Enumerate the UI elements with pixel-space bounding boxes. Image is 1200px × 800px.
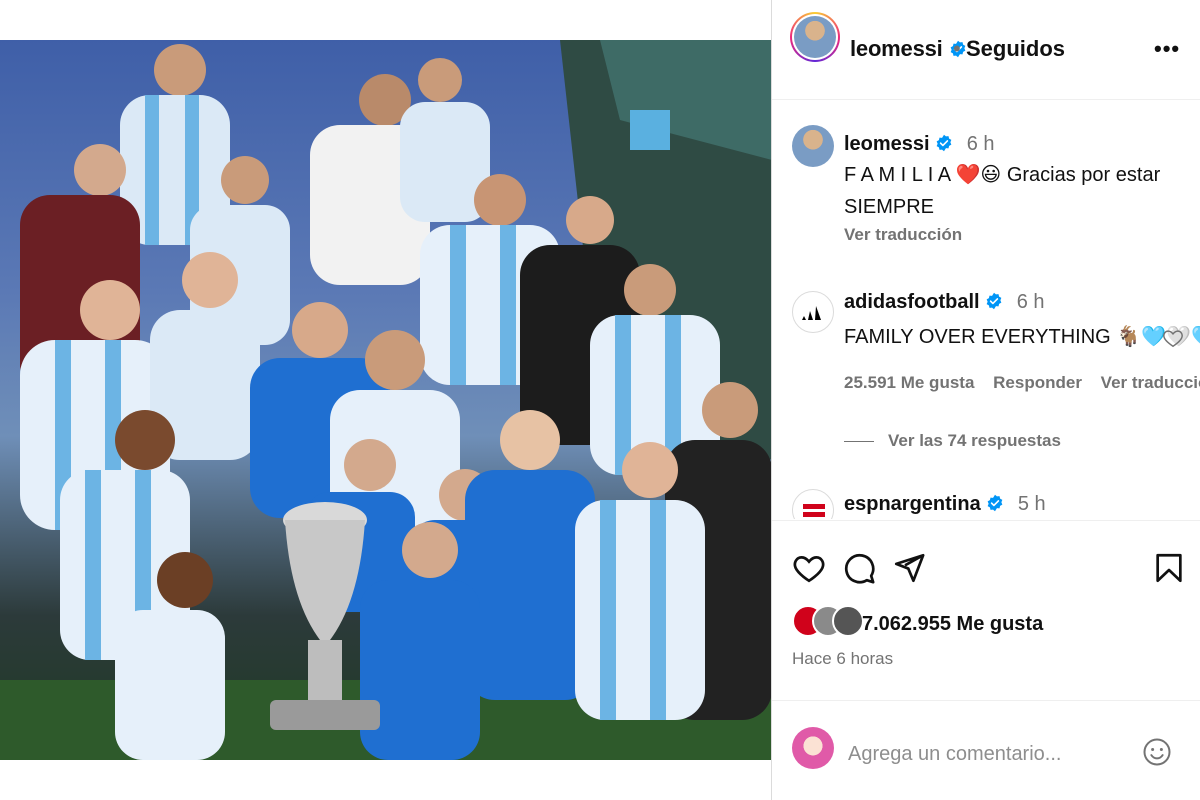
likes-count[interactable]: 7.062.955 Me gusta xyxy=(862,613,1043,636)
posted-time: Hace 6 horas xyxy=(792,649,894,668)
comment-avatar-leomessi[interactable] xyxy=(792,125,834,167)
bookmark-icon[interactable] xyxy=(1152,551,1186,585)
following-button[interactable]: Seguidos xyxy=(966,36,1065,62)
post-actions: 7.062.955 Me gusta Hace 6 horas xyxy=(772,520,1200,700)
caption-text: F A M I L I A ❤️😃 Gracias por estar SIEM… xyxy=(844,159,1184,223)
see-translation-link[interactable]: Ver traducción xyxy=(844,225,962,244)
author-avatar[interactable] xyxy=(790,12,840,62)
comment-like-heart-icon[interactable] xyxy=(1162,327,1184,349)
comment-avatar-espnargentina[interactable] xyxy=(792,489,834,519)
caption-line-2: SIEMPRE xyxy=(844,196,935,218)
comments-list[interactable]: leomessi 6 h F A M I L I A ❤️😃 Gracias p… xyxy=(772,101,1200,519)
emoji-icon[interactable] xyxy=(1142,737,1172,767)
view-replies-text[interactable]: Ver las 74 respuestas xyxy=(888,431,1061,450)
replies-line xyxy=(844,441,874,443)
comment-author-leomessi: leomessi 6 h xyxy=(844,133,995,156)
post-header: leomessi • Seguidos ••• xyxy=(772,0,1200,100)
stadium-screen xyxy=(630,110,670,150)
current-user-avatar xyxy=(792,727,834,769)
follow-separator: • xyxy=(953,36,961,61)
comment-avatar-adidasfootball[interactable] xyxy=(792,291,834,333)
comment-text: FAMILY OVER EVERYTHING 🐐🩵🤍🩵 xyxy=(844,326,1200,348)
post-photo[interactable] xyxy=(0,40,772,760)
comment-time: 6 h xyxy=(966,133,995,155)
comment-composer xyxy=(772,700,1200,800)
comment-input[interactable] xyxy=(848,739,1118,769)
adidas-logo-icon xyxy=(802,306,821,320)
comment-likes-count[interactable]: 25.591 Me gusta xyxy=(844,373,974,392)
comment-username[interactable]: leomessi xyxy=(844,133,930,155)
more-options-icon[interactable]: ••• xyxy=(1154,36,1180,62)
comment-author-adidasfootball: adidasfootball 6 h xyxy=(844,291,1045,314)
caption-meta: Ver traducción xyxy=(844,225,976,245)
comment-icon[interactable] xyxy=(842,551,876,585)
heart-icon[interactable] xyxy=(792,551,826,585)
comment-meta: 25.591 Me gusta Responder Ver traducción xyxy=(844,373,1200,393)
see-translation-link[interactable]: Ver traducción xyxy=(1101,373,1200,392)
comment-time: 5 h xyxy=(1017,493,1046,515)
comment-time: 6 h xyxy=(1016,291,1045,313)
share-icon[interactable] xyxy=(892,551,926,585)
caption-line-1: F A M I L I A ❤️😃 Gracias por estar xyxy=(844,164,1161,186)
post-media-pane xyxy=(0,0,772,800)
liker-avatar xyxy=(832,605,864,637)
view-replies-link[interactable]: Ver las 74 respuestas xyxy=(844,431,1061,451)
verified-badge-icon xyxy=(987,494,1003,512)
verified-badge-icon xyxy=(936,134,952,152)
verified-badge-icon xyxy=(986,292,1002,310)
comment-author-espnargentina: espnargentina 5 h xyxy=(844,493,1046,516)
comment-username[interactable]: adidasfootball xyxy=(844,291,980,313)
author-username-text[interactable]: leomessi xyxy=(850,36,943,61)
reply-link[interactable]: Responder xyxy=(993,373,1082,392)
family-photo-illustration xyxy=(0,40,772,760)
post-details-panel: leomessi • Seguidos ••• leomessi 6 h F A… xyxy=(772,0,1200,800)
comment-username[interactable]: espnargentina xyxy=(844,493,981,515)
author-username[interactable]: leomessi xyxy=(850,36,967,62)
